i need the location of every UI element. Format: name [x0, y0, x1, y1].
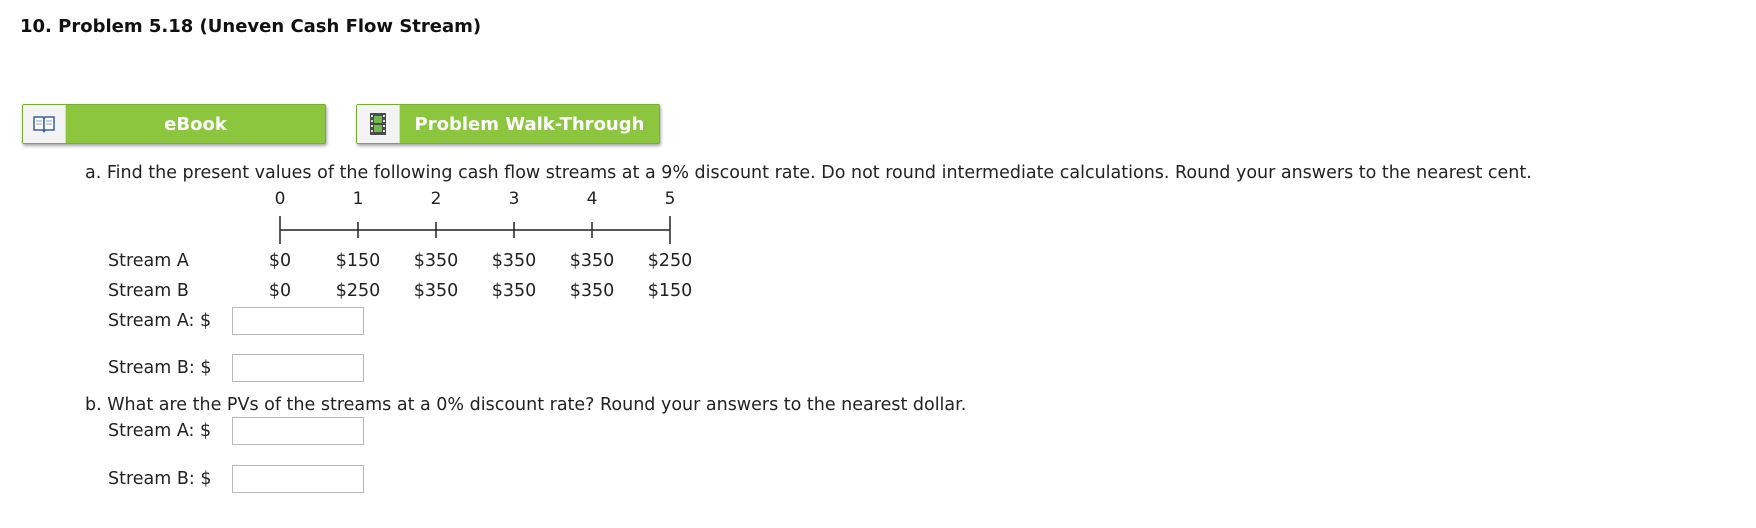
stream-b-label: Stream B [108, 281, 189, 301]
stream-a-cash-flow: $350 [413, 251, 459, 271]
part-b-stream-b-answer-label: Stream B: $ [108, 469, 212, 489]
part-a-question: a. Find the present values of the follow… [85, 163, 1532, 183]
stream-a-cash-flow: $350 [491, 251, 537, 271]
ebook-button[interactable]: eBook [22, 104, 326, 144]
part-b-question: b. What are the PVs of the streams at a … [85, 395, 967, 415]
stream-b-cash-flow: $250 [335, 281, 381, 301]
part-b-stream-a-answer-label: Stream A: $ [108, 421, 212, 441]
part-a-stream-a-answer-label: Stream A: $ [108, 311, 212, 331]
part-b-stream-a-input[interactable] [232, 417, 364, 445]
film-icon [357, 105, 400, 143]
timeline-period-label: 3 [508, 189, 520, 209]
timeline-period-label: 1 [352, 189, 364, 209]
stream-a-cash-flow: $150 [335, 251, 381, 271]
stream-a-cash-flow: $250 [647, 251, 693, 271]
problem-walkthrough-button-label: Problem Walk-Through [414, 113, 645, 135]
problem-title: 10. Problem 5.18 (Uneven Cash Flow Strea… [20, 16, 482, 37]
cash-flow-timeline [279, 216, 671, 244]
ebook-button-label: eBook [164, 113, 227, 135]
problem-walkthrough-button[interactable]: Problem Walk-Through [356, 104, 660, 144]
part-a-stream-a-input[interactable] [232, 307, 364, 335]
part-b-stream-b-input[interactable] [232, 465, 364, 493]
timeline-period-label: 0 [274, 189, 286, 209]
stream-a-label: Stream A [108, 251, 189, 271]
stream-b-cash-flow: $150 [647, 281, 693, 301]
part-a-stream-b-answer-label: Stream B: $ [108, 358, 212, 378]
stream-b-cash-flow: $350 [413, 281, 459, 301]
timeline-period-label: 5 [664, 189, 676, 209]
timeline-period-label: 4 [586, 189, 598, 209]
stream-b-cash-flow: $350 [569, 281, 615, 301]
stream-b-cash-flow: $0 [268, 281, 292, 301]
book-icon [23, 105, 66, 143]
stream-b-cash-flow: $350 [491, 281, 537, 301]
stream-a-cash-flow: $0 [268, 251, 292, 271]
timeline-period-label: 2 [430, 189, 442, 209]
stream-a-cash-flow: $350 [569, 251, 615, 271]
part-a-stream-b-input[interactable] [232, 354, 364, 382]
